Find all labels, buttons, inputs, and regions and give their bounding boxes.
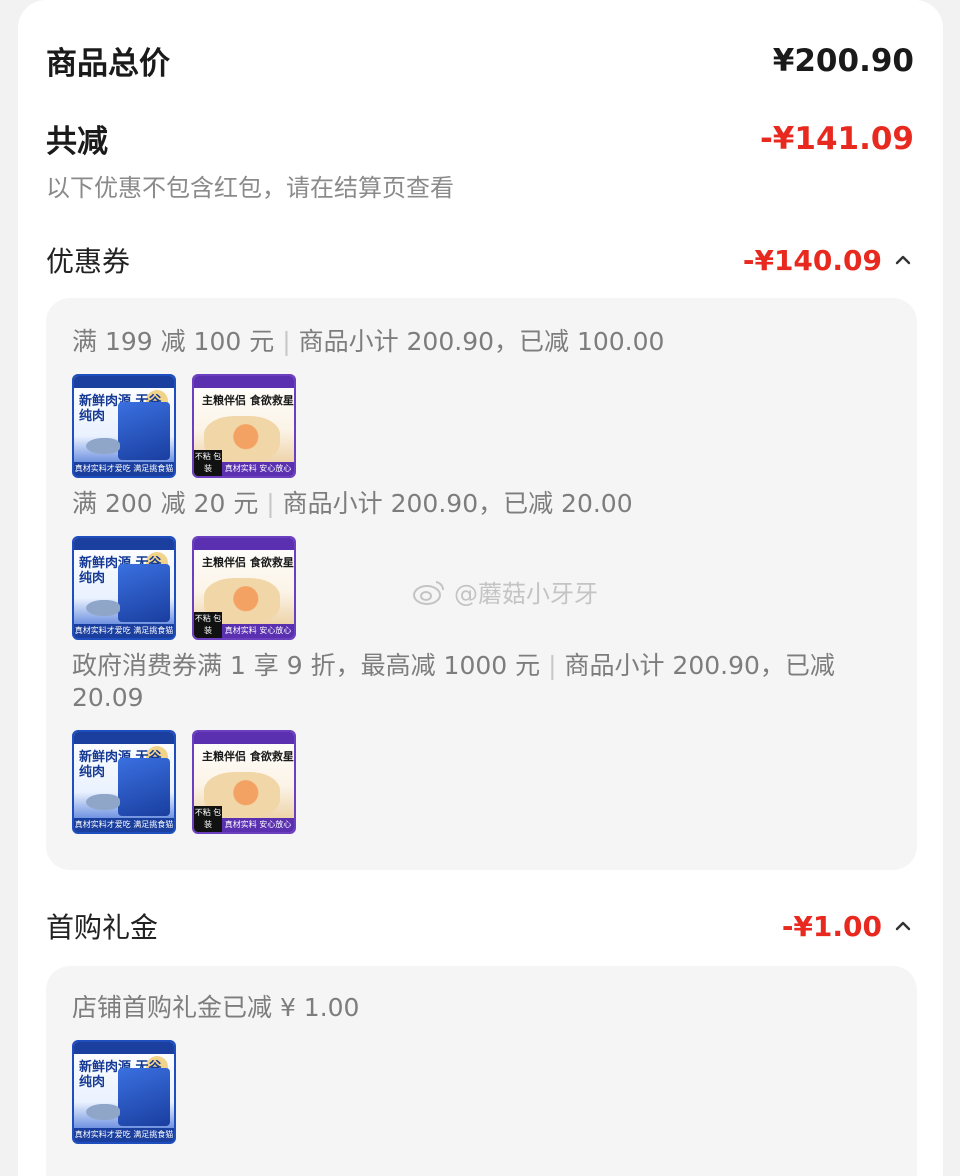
chevron-up-icon[interactable] bbox=[892, 915, 914, 937]
coupon-rule-1-title: 满 199 减 100 元 bbox=[72, 327, 275, 356]
coupon-rule-2-title: 满 200 减 20 元 bbox=[72, 489, 259, 518]
product-art-strip: 真材实料才爱吃 满足挑食猫 bbox=[74, 462, 174, 476]
product-art-strip: 真材实料 安心放心 bbox=[222, 462, 294, 476]
coupon-section-value: -¥140.09 bbox=[742, 243, 882, 277]
coupon-rule-3-title: 政府消费券满 1 享 9 折，最高减 1000 元 bbox=[72, 651, 541, 680]
coupon-section-toggle[interactable]: -¥140.09 bbox=[743, 244, 914, 277]
coupon-section-label: 优惠券 bbox=[46, 245, 131, 278]
product-art-strip: 真材实料 安心放心 bbox=[222, 624, 294, 638]
product-thumbnail-purple-pet-food[interactable]: 主粮伴侣 食欲救星 不粘 包装 真材实料 安心放心 bbox=[192, 730, 296, 834]
coupon-rule-1-products: 新鲜肉源 无谷纯肉 真材实料才爱吃 满足挑食猫 主粮伴侣 食欲救星 不粘 包装 … bbox=[72, 374, 296, 478]
product-thumbnail-blue-pet-food[interactable]: 新鲜肉源 无谷纯肉 真材实料才爱吃 满足挑食猫 bbox=[72, 730, 176, 834]
product-art-strip: 真材实料才爱吃 满足挑食猫 bbox=[74, 624, 174, 638]
chevron-up-icon[interactable] bbox=[892, 249, 914, 271]
product-thumbnail-blue-pet-food[interactable]: 新鲜肉源 无谷纯肉 真材实料才爱吃 满足挑食猫 bbox=[72, 1040, 176, 1144]
watermark-text: @蘑菇小牙牙 bbox=[454, 580, 598, 608]
product-thumbnail-blue-pet-food[interactable]: 新鲜肉源 无谷纯肉 真材实料才爱吃 满足挑食猫 bbox=[72, 536, 176, 640]
coupon-rule-2-products: 新鲜肉源 无谷纯肉 真材实料才爱吃 满足挑食猫 主粮伴侣 食欲救星 不粘 包装 … bbox=[72, 536, 296, 640]
product-art-strip: 真材实料 安心放心 bbox=[222, 818, 294, 832]
product-art-strip: 真材实料才爱吃 满足挑食猫 bbox=[74, 818, 174, 832]
total-price-row: 商品总价 ¥200.90 bbox=[46, 38, 914, 83]
first-purchase-section-header[interactable]: 首购礼金 -¥1.00 bbox=[46, 906, 914, 946]
watermark: @蘑菇小牙牙 bbox=[412, 574, 598, 609]
coupon-rule-2: 满 200 减 20 元 | 商品小计 200.90，已减 20.00 bbox=[72, 488, 837, 520]
separator: | bbox=[548, 651, 557, 680]
product-art-tag: 不粘 包装 bbox=[194, 612, 222, 638]
product-thumbnail-purple-pet-food[interactable]: 主粮伴侣 食欲救星 不粘 包装 真材实料 安心放心 bbox=[192, 536, 296, 640]
total-reduction-label: 共减 bbox=[46, 124, 108, 160]
coupon-rule-3-products: 新鲜肉源 无谷纯肉 真材实料才爱吃 满足挑食猫 主粮伴侣 食欲救星 不粘 包装 … bbox=[72, 730, 296, 834]
first-purchase-section-toggle[interactable]: -¥1.00 bbox=[782, 910, 914, 943]
first-purchase-details-panel: 店铺首购礼金已减 ¥ 1.00 新鲜肉源 无谷纯肉 真材实料才爱吃 满足挑食猫 bbox=[46, 966, 917, 1176]
total-price-value: ¥200.90 bbox=[772, 42, 914, 79]
red-packet-note: 以下优惠不包含红包，请在结算页查看 bbox=[46, 174, 454, 202]
coupon-rule-2-detail: 商品小计 200.90，已减 20.00 bbox=[282, 489, 633, 518]
total-price-label: 商品总价 bbox=[46, 46, 170, 82]
first-purchase-section-label: 首购礼金 bbox=[46, 911, 159, 944]
coupon-section-header[interactable]: 优惠券 -¥140.09 bbox=[46, 240, 914, 280]
coupon-rule-1: 满 199 减 100 元 | 商品小计 200.90，已减 100.00 bbox=[72, 326, 837, 358]
first-purchase-products: 新鲜肉源 无谷纯肉 真材实料才爱吃 满足挑食猫 bbox=[72, 1040, 176, 1144]
product-art-strip: 真材实料才爱吃 满足挑食猫 bbox=[74, 1128, 174, 1142]
product-art-title: 主粮伴侣 食欲救星 bbox=[202, 394, 294, 407]
coupon-rule-1-detail: 商品小计 200.90，已减 100.00 bbox=[298, 327, 665, 356]
product-thumbnail-blue-pet-food[interactable]: 新鲜肉源 无谷纯肉 真材实料才爱吃 满足挑食猫 bbox=[72, 374, 176, 478]
total-reduction-value: -¥141.09 bbox=[759, 120, 914, 157]
product-art-title: 主粮伴侣 食欲救星 bbox=[202, 750, 294, 763]
separator: | bbox=[282, 327, 291, 356]
product-art-tag: 不粘 包装 bbox=[194, 806, 222, 832]
coupon-rule-3: 政府消费券满 1 享 9 折，最高减 1000 元 | 商品小计 200.90，… bbox=[72, 650, 837, 714]
first-purchase-rule: 店铺首购礼金已减 ¥ 1.00 bbox=[72, 993, 360, 1022]
weibo-icon bbox=[412, 578, 446, 606]
separator: | bbox=[266, 489, 275, 518]
first-purchase-section-value: -¥1.00 bbox=[781, 909, 882, 943]
total-reduction-row: 共减 -¥141.09 bbox=[46, 116, 914, 161]
product-thumbnail-purple-pet-food[interactable]: 主粮伴侣 食欲救星 不粘 包装 真材实料 安心放心 bbox=[192, 374, 296, 478]
product-art-tag: 不粘 包装 bbox=[194, 450, 222, 476]
product-art-title: 主粮伴侣 食欲救星 bbox=[202, 556, 294, 569]
